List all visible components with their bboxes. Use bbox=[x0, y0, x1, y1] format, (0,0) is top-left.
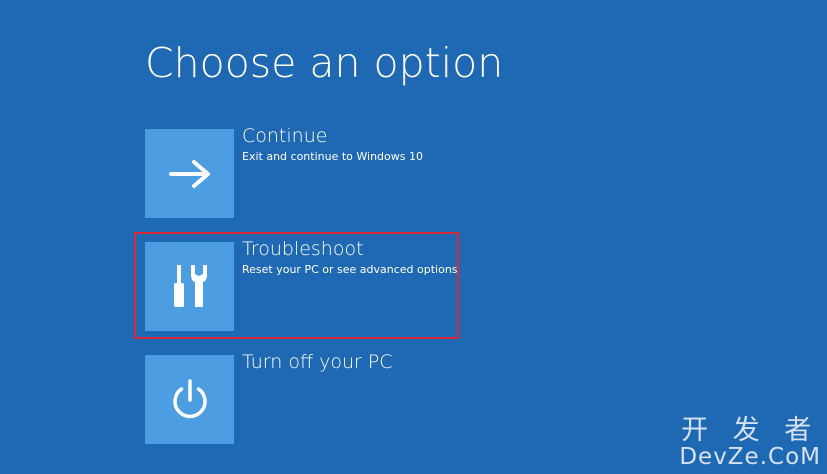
option-title: Turn off your PC bbox=[242, 351, 393, 373]
watermark-cn: 开 发 者 bbox=[681, 414, 820, 446]
recovery-screen: Choose an option Continue Exit and conti… bbox=[0, 0, 827, 474]
option-description: Exit and continue to Windows 10 bbox=[242, 149, 423, 163]
option-continue[interactable]: Continue Exit and continue to Windows 10 bbox=[145, 125, 460, 218]
option-description: Reset your PC or see advanced options bbox=[242, 262, 458, 276]
page-title: Choose an option bbox=[145, 39, 504, 87]
option-troubleshoot[interactable]: Troubleshoot Reset your PC or see advanc… bbox=[145, 238, 460, 331]
continue-text: Continue Exit and continue to Windows 10 bbox=[242, 125, 423, 164]
watermark: 开 发 者 DevZe.CoM bbox=[679, 414, 821, 470]
turn-off-text: Turn off your PC bbox=[242, 351, 393, 375]
power-icon bbox=[172, 378, 207, 418]
troubleshoot-text: Troubleshoot Reset your PC or see advanc… bbox=[242, 238, 458, 277]
option-turn-off[interactable]: Turn off your PC bbox=[145, 351, 460, 444]
option-title: Troubleshoot bbox=[242, 238, 364, 260]
turn-off-tile[interactable] bbox=[145, 355, 234, 444]
option-title: Continue bbox=[242, 125, 328, 147]
watermark-en: DevZe.CoM bbox=[679, 443, 821, 470]
arrow-right-icon bbox=[168, 159, 210, 188]
continue-tile[interactable] bbox=[145, 129, 234, 218]
tools-icon bbox=[173, 264, 207, 307]
troubleshoot-tile[interactable] bbox=[145, 242, 234, 331]
